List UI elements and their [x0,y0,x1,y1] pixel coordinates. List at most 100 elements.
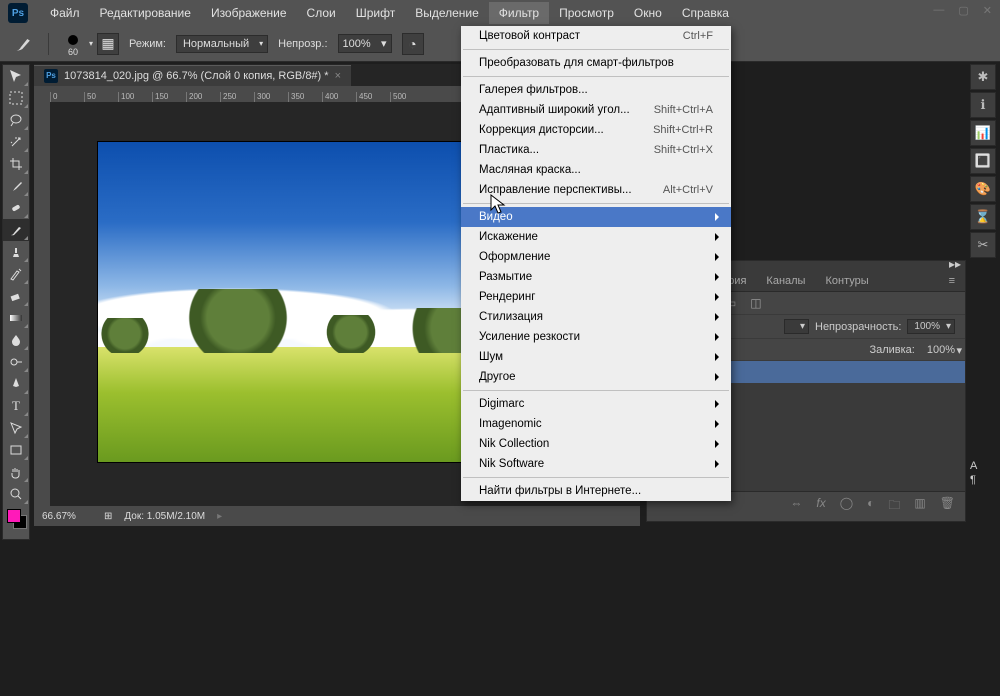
menu-layers[interactable]: Слои [297,2,346,24]
document-tab[interactable]: Ps 1073814_020.jpg @ 66.7% (Слой 0 копия… [34,65,351,86]
new-group-icon[interactable]: 🗀 [888,496,900,517]
gradient-tool[interactable] [3,307,29,329]
wand-tool[interactable] [3,131,29,153]
menu-help[interactable]: Справка [672,2,739,24]
panel-icon[interactable]: ✱ [970,64,996,90]
panel-icon[interactable]: 🔳 [970,148,996,174]
minimize-button[interactable]: — [933,4,944,17]
path-select-tool[interactable] [3,417,29,439]
panel-icon[interactable]: ℹ [970,92,996,118]
blend-mode-dropdown[interactable]: Нормальный ▾ [176,35,268,53]
delete-layer-icon[interactable]: 🗑 [940,496,955,517]
menu-select[interactable]: Выделение [405,2,489,24]
blur-tool[interactable] [3,329,29,351]
zoom-level[interactable]: 66.67% [42,511,92,522]
filter-menu-item[interactable]: Шум [461,347,731,367]
blend-mode-layer-dropdown[interactable]: ▾ [784,319,809,334]
filter-menu-item[interactable]: Размытие [461,267,731,287]
menu-window[interactable]: Окно [624,2,672,24]
filter-menu-item[interactable]: Digimarc [461,394,731,414]
filter-menu-item[interactable]: Найти фильтры в Интернете... [461,481,731,501]
crop-tool[interactable] [3,153,29,175]
current-tool-icon[interactable] [10,33,38,55]
eraser-tool[interactable] [3,285,29,307]
menu-image[interactable]: Изображение [201,2,297,24]
panel-icon[interactable]: ¶ [970,474,998,486]
color-swatches[interactable] [3,505,29,539]
filter-menu-item[interactable]: Искажение [461,227,731,247]
menu-filter[interactable]: Фильтр [489,2,549,24]
menu-item-label: Найти фильтры в Интернете... [479,485,641,497]
filter-menu-item[interactable]: Оформление [461,247,731,267]
filter-menu-item[interactable]: Масляная краска... [461,160,731,180]
history-brush-tool[interactable] [3,263,29,285]
filter-menu-item[interactable]: Исправление перспективы...Alt+Ctrl+V [461,180,731,200]
pressure-opacity-icon[interactable]: ◔ [402,33,424,55]
menu-bar: Ps Файл Редактирование Изображение Слои … [0,0,1000,26]
filter-smart-icon[interactable]: ◫ [750,296,761,310]
zoom-tool[interactable] [3,483,29,505]
marquee-tool[interactable] [3,87,29,109]
lasso-tool[interactable] [3,109,29,131]
close-button[interactable]: ✕ [983,4,992,17]
type-tool[interactable]: T [3,395,29,417]
new-layer-icon[interactable]: ▥ [914,496,925,517]
filter-menu-item[interactable]: Цветовой контрастCtrl+F [461,26,731,46]
filter-menu-item[interactable]: Адаптивный широкий угол...Shift+Ctrl+A [461,100,731,120]
document-tab-title: 1073814_020.jpg @ 66.7% (Слой 0 копия, R… [64,70,329,82]
stamp-tool[interactable] [3,241,29,263]
filter-menu-item[interactable]: Imagenomic [461,414,731,434]
menu-view[interactable]: Просмотр [549,2,624,24]
panel-icon[interactable]: ✂ [970,232,996,258]
layer-mask-icon[interactable]: ◯ [840,496,853,517]
blend-mode-label: Режим: [129,38,166,50]
brush-preset-picker[interactable]: 60 ▾ [59,33,87,55]
menu-edit[interactable]: Редактирование [90,2,201,24]
panel-icon[interactable]: 📊 [970,120,996,146]
filter-menu-item[interactable]: Галерея фильтров... [461,80,731,100]
filter-menu-dropdown[interactable]: Цветовой контрастCtrl+F Преобразовать для… [461,26,731,501]
brush-tool[interactable] [3,219,29,241]
menu-item-label: Адаптивный широкий угол... [479,104,630,116]
menu-item-shortcut: Ctrl+F [683,30,713,42]
new-adjust-icon[interactable]: ◐ [867,496,874,517]
filter-menu-item[interactable]: Преобразовать для смарт-фильтров [461,53,731,73]
tools-panel: T [2,64,30,540]
tab-paths[interactable]: Контуры [815,271,878,291]
filter-menu-item[interactable]: Стилизация [461,307,731,327]
link-layers-icon[interactable]: ⇔ [790,496,802,517]
layer-opacity-input[interactable]: 100%▾ [907,319,955,334]
menu-file[interactable]: Файл [40,2,90,24]
opacity-input[interactable]: 100%▾ [338,34,392,53]
panel-icon[interactable]: 🎨 [970,176,996,202]
foreground-color[interactable] [7,509,21,523]
tab-channels[interactable]: Каналы [756,271,815,291]
heal-tool[interactable] [3,197,29,219]
filter-menu-item[interactable]: Nik Software [461,454,731,474]
hand-tool[interactable] [3,461,29,483]
filter-menu-item[interactable]: Пластика...Shift+Ctrl+X [461,140,731,160]
maximize-button[interactable]: ▢ [958,4,968,17]
panel-menu-icon[interactable]: ≡ [939,271,965,291]
filter-menu-item[interactable]: Другое [461,367,731,387]
filter-menu-item[interactable]: Видео [461,207,731,227]
shape-tool[interactable] [3,439,29,461]
layer-fill-input[interactable]: 100%▾ [927,344,955,356]
menu-item-label: Digimarc [479,398,524,410]
brush-panel-toggle-icon[interactable]: ▦ [97,33,119,55]
close-tab-icon[interactable]: × [335,70,341,82]
eyedropper-tool[interactable] [3,175,29,197]
panel-icon[interactable]: ⌛ [970,204,996,230]
menu-type[interactable]: Шрифт [346,2,405,24]
filter-menu-item[interactable]: Рендеринг [461,287,731,307]
layer-fx-icon[interactable]: fx [816,496,825,517]
filter-menu-item[interactable]: Усиление резкости [461,327,731,347]
ruler-vertical[interactable] [34,102,50,506]
dodge-tool[interactable] [3,351,29,373]
filter-menu-item[interactable]: Nik Collection [461,434,731,454]
filter-menu-item[interactable]: Коррекция дисторсии...Shift+Ctrl+R [461,120,731,140]
pen-tool[interactable] [3,373,29,395]
move-tool[interactable] [3,65,29,87]
panel-collapse-icon[interactable]: ▸▸ [949,257,961,271]
panel-icon[interactable]: A [970,460,998,472]
